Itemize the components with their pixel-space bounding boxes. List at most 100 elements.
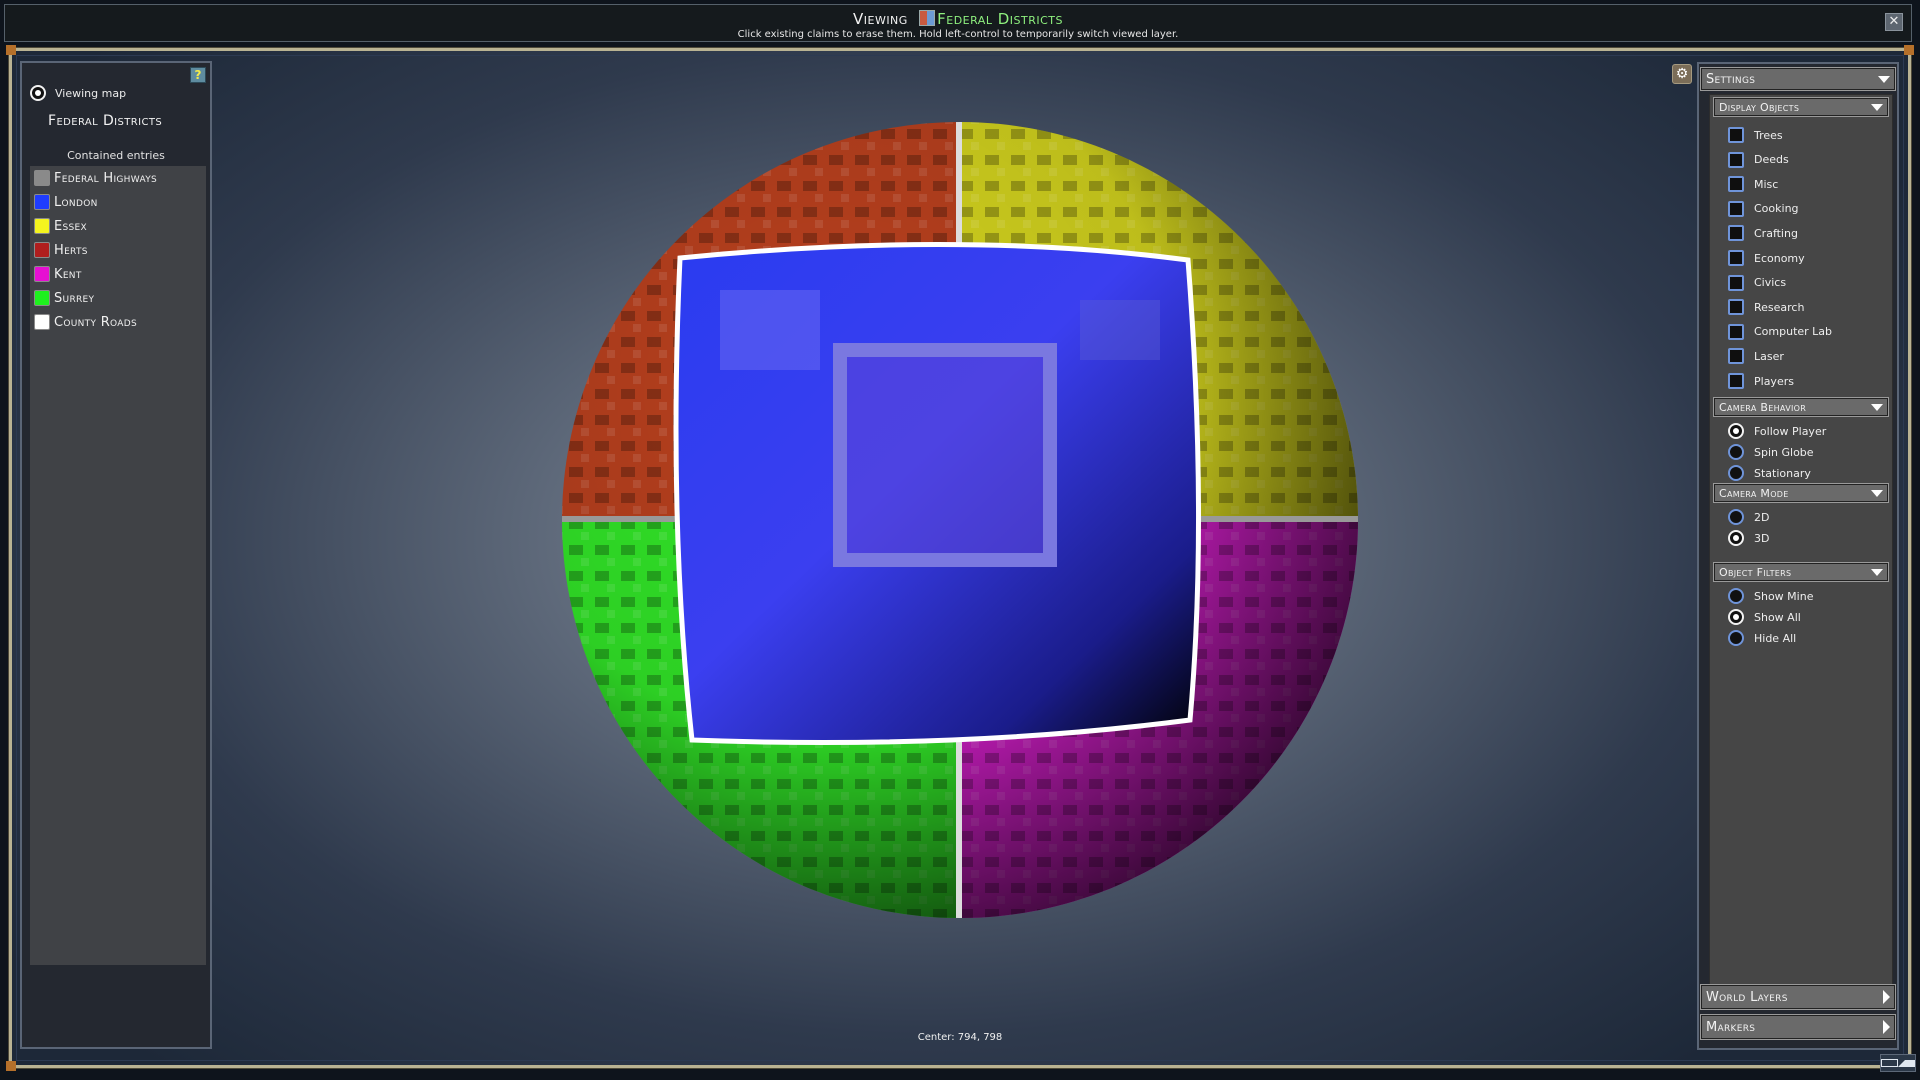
- checkbox-option[interactable]: Economy: [1728, 250, 1805, 266]
- entry-label: Surrey: [54, 290, 95, 306]
- radio-selected-icon[interactable]: [30, 85, 46, 101]
- checkbox[interactable]: [1728, 323, 1744, 340]
- maximize-button[interactable]: [1881, 1055, 1898, 1071]
- radio-option[interactable]: Stationary: [1728, 465, 1811, 481]
- entry-item[interactable]: Surrey: [30, 286, 206, 310]
- radio-option[interactable]: Show Mine: [1728, 588, 1813, 604]
- option-label: Economy: [1754, 251, 1805, 265]
- radio-button[interactable]: [1728, 630, 1744, 646]
- option-label: Misc: [1754, 177, 1779, 191]
- option-label: Show Mine: [1754, 589, 1814, 603]
- map-name: Federal Districts: [48, 113, 163, 129]
- close-button[interactable]: ✕: [1885, 13, 1903, 31]
- option-label: Computer Lab: [1754, 325, 1833, 339]
- checkbox[interactable]: [1728, 250, 1744, 266]
- radio-button[interactable]: [1728, 509, 1744, 525]
- checkbox-option[interactable]: Deeds: [1728, 151, 1789, 168]
- option-label: Civics: [1754, 276, 1787, 290]
- checkbox-option[interactable]: Computer Lab: [1728, 323, 1833, 340]
- world-layers-button[interactable]: World Layers: [1700, 984, 1896, 1010]
- chevron-right-icon: [1883, 1020, 1890, 1034]
- checkbox[interactable]: [1728, 348, 1744, 365]
- radio-option[interactable]: 3D: [1728, 530, 1769, 546]
- radio-button[interactable]: [1728, 465, 1744, 481]
- globe-render[interactable]: [540, 100, 1380, 940]
- checkbox[interactable]: [1728, 200, 1744, 217]
- radio-button[interactable]: [1728, 530, 1744, 546]
- radio-button[interactable]: [1728, 423, 1744, 439]
- markers-button[interactable]: Markers: [1700, 1014, 1896, 1040]
- entry-item[interactable]: Kent: [30, 262, 206, 286]
- option-label: Show All: [1754, 610, 1801, 624]
- checkbox[interactable]: [1728, 274, 1744, 291]
- option-label: 2D: [1754, 510, 1770, 524]
- checkbox[interactable]: [1728, 176, 1744, 193]
- checkbox[interactable]: [1728, 127, 1744, 143]
- entry-color-swatch: [34, 266, 50, 282]
- checkbox-option[interactable]: Trees: [1728, 127, 1783, 143]
- entry-label: Federal Highways: [54, 170, 158, 186]
- radio-button[interactable]: [1728, 609, 1744, 625]
- checkbox-option[interactable]: Players: [1728, 373, 1794, 389]
- checkbox-option[interactable]: Research: [1728, 299, 1804, 316]
- entry-label: County Roads: [54, 314, 137, 330]
- london-central-building: [833, 343, 1057, 567]
- checkbox-option[interactable]: Misc: [1728, 176, 1779, 193]
- option-label: 3D: [1754, 531, 1770, 545]
- entry-item[interactable]: Essex: [30, 214, 206, 238]
- checkbox[interactable]: [1728, 299, 1744, 316]
- option-label: Hide All: [1754, 631, 1797, 645]
- window-controls: [1880, 1054, 1916, 1072]
- center-coordinates: Center: 794, 798: [917, 1032, 1003, 1043]
- radio-button[interactable]: [1728, 444, 1744, 460]
- radio-option[interactable]: Hide All: [1728, 630, 1796, 646]
- option-label: Trees: [1754, 128, 1783, 142]
- checkbox[interactable]: [1728, 373, 1744, 389]
- option-label: Spin Globe: [1754, 445, 1814, 459]
- entry-color-swatch: [34, 290, 50, 306]
- camera-behavior-label: Camera Behavior: [1719, 400, 1807, 414]
- radio-option[interactable]: Show All: [1728, 609, 1801, 625]
- entry-item[interactable]: Federal Highways: [30, 166, 206, 190]
- checkbox-option[interactable]: Cooking: [1728, 200, 1799, 217]
- resize-icon: [1898, 1059, 1915, 1067]
- chevron-down-icon: [1878, 75, 1890, 83]
- help-button[interactable]: ?: [190, 67, 206, 83]
- entries-title: Contained entries: [67, 149, 165, 162]
- layer-map-icon: [919, 10, 936, 26]
- checkbox-option[interactable]: Laser: [1728, 348, 1784, 365]
- entry-item[interactable]: Herts: [30, 238, 206, 262]
- entry-label: Herts: [54, 242, 88, 258]
- viewing-map-radio[interactable]: Viewing map: [30, 85, 126, 101]
- entry-label: Kent: [54, 266, 82, 282]
- radio-option[interactable]: Follow Player: [1728, 423, 1826, 439]
- settings-gear-button[interactable]: ⚙: [1672, 64, 1692, 84]
- settings-panel: Settings Display Objects Trees Deeds Misc Co…: [1697, 62, 1899, 1050]
- display-objects-label: Display Objects: [1719, 100, 1800, 114]
- entry-label: Essex: [54, 218, 87, 234]
- radio-option[interactable]: 2D: [1728, 509, 1769, 525]
- object-filters-header[interactable]: Object Filters: [1713, 562, 1889, 582]
- radio-button[interactable]: [1728, 588, 1744, 604]
- entry-label: London: [54, 194, 98, 210]
- settings-header[interactable]: Settings: [1700, 67, 1896, 91]
- option-label: Crafting: [1754, 226, 1798, 240]
- layer-info-panel: ? Viewing map Federal Districts Containe…: [20, 61, 212, 1049]
- display-objects-header[interactable]: Display Objects: [1713, 97, 1889, 117]
- entry-item[interactable]: County Roads: [30, 310, 206, 334]
- checkbox[interactable]: [1728, 225, 1744, 242]
- camera-mode-header[interactable]: Camera Mode: [1713, 483, 1889, 503]
- checkbox[interactable]: [1728, 151, 1744, 168]
- radio-option[interactable]: Spin Globe: [1728, 444, 1814, 460]
- close-icon: ✕: [1888, 14, 1900, 29]
- resize-handle[interactable]: [1898, 1055, 1915, 1071]
- entry-item[interactable]: London: [30, 190, 206, 214]
- gear-icon: ⚙: [1675, 66, 1689, 82]
- chevron-down-icon: [1871, 403, 1883, 411]
- checkbox-option[interactable]: Civics: [1728, 274, 1787, 291]
- globe-viewport[interactable]: [540, 100, 1380, 940]
- frame-corner-top-right: [1904, 45, 1914, 55]
- checkbox-option[interactable]: Crafting: [1728, 225, 1798, 242]
- camera-behavior-header[interactable]: Camera Behavior: [1713, 397, 1889, 417]
- entry-color-swatch: [34, 218, 50, 234]
